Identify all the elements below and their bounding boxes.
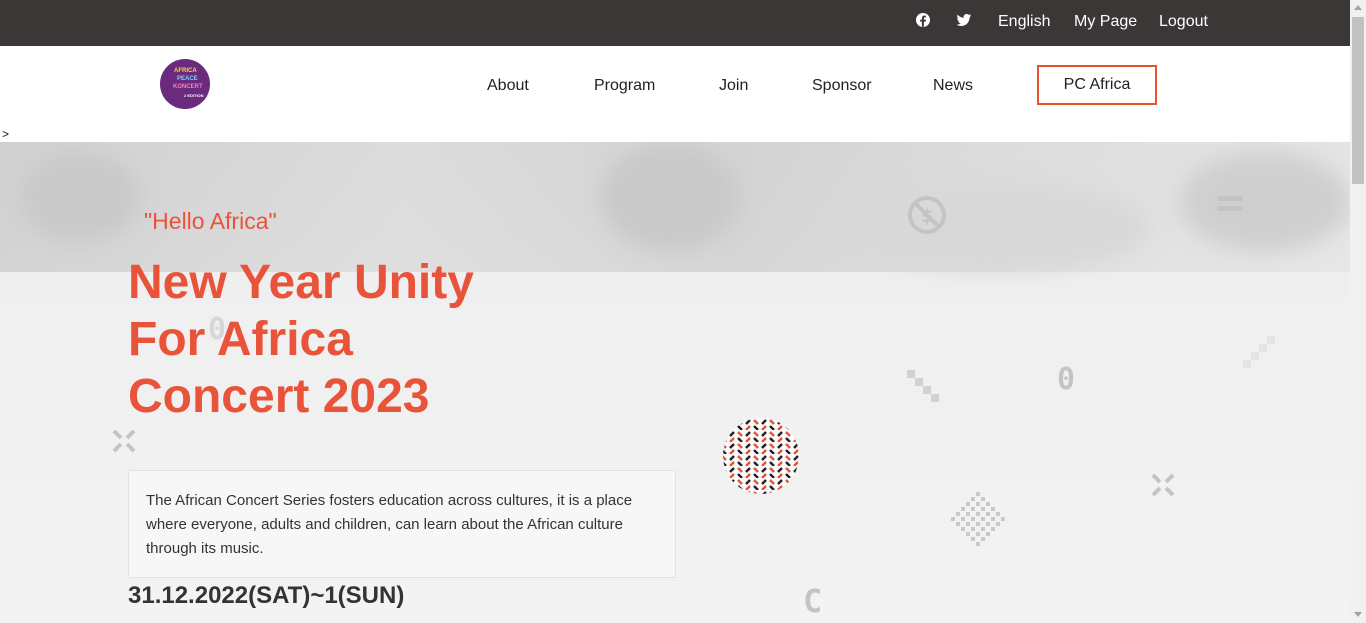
stray-character: > bbox=[2, 127, 10, 141]
checker-decoration bbox=[907, 370, 939, 402]
equals-icon bbox=[1217, 196, 1243, 211]
hero-description: The African Concert Series fosters educa… bbox=[146, 492, 633, 557]
c-glyph-decoration: C bbox=[803, 582, 823, 620]
hero-background-shape bbox=[850, 182, 1150, 272]
hero-title-line: New Year Unity bbox=[128, 256, 474, 309]
diamond-dots-decoration bbox=[951, 492, 1005, 546]
vertical-scrollbar[interactable] bbox=[1350, 0, 1366, 623]
checker-decoration bbox=[1243, 336, 1275, 368]
logo-text: 2 EDITION bbox=[184, 93, 204, 98]
event-date: 31.12.2022(SAT)~1(SUN) bbox=[128, 582, 405, 609]
close-icon bbox=[1151, 473, 1175, 497]
hero-title-line: Concert 2023 bbox=[128, 370, 430, 423]
scroll-down-arrow-icon[interactable] bbox=[1354, 612, 1362, 617]
scrollbar-thumb[interactable] bbox=[1352, 17, 1364, 184]
main-header: AFRICA PEACE KONCERT 2 EDITION About Pro… bbox=[0, 46, 1350, 142]
no-dollar-icon: $ bbox=[908, 196, 946, 234]
nav-program[interactable]: Program bbox=[594, 77, 655, 95]
logout-link[interactable]: Logout bbox=[1159, 13, 1208, 31]
my-page-link[interactable]: My Page bbox=[1074, 13, 1137, 31]
nav-sponsor[interactable]: Sponsor bbox=[812, 77, 872, 95]
close-icon bbox=[112, 429, 136, 453]
svg-text:$: $ bbox=[921, 206, 934, 227]
hero-background-shape bbox=[600, 142, 740, 252]
nav-join[interactable]: Join bbox=[719, 77, 748, 95]
twitter-icon[interactable] bbox=[956, 12, 972, 28]
logo-text: AFRICA bbox=[174, 68, 197, 74]
hero-section: $ 0 0 C "Hello Africa" New Year Unity Fo… bbox=[0, 142, 1350, 623]
site-logo[interactable]: AFRICA PEACE KONCERT 2 EDITION bbox=[160, 59, 210, 109]
nav-pc-africa-button[interactable]: PC Africa bbox=[1037, 65, 1157, 105]
top-bar: English My Page Logout bbox=[0, 0, 1366, 46]
hero-title: New Year Unity For Africa Concert 2023 bbox=[128, 254, 474, 425]
description-box: The African Concert Series fosters educa… bbox=[128, 470, 676, 578]
hero-title-line: For Africa bbox=[128, 313, 353, 366]
logo-text: KONCERT bbox=[173, 84, 203, 90]
scroll-up-arrow-icon[interactable] bbox=[1354, 5, 1362, 10]
hero-background-shape bbox=[1180, 152, 1350, 252]
nav-about[interactable]: About bbox=[487, 77, 529, 95]
logo-text: PEACE bbox=[177, 76, 198, 82]
pattern-circle-decoration bbox=[723, 418, 799, 494]
nav-news[interactable]: News bbox=[933, 77, 973, 95]
facebook-icon[interactable] bbox=[915, 12, 931, 28]
hero-tagline: "Hello Africa" bbox=[144, 208, 277, 234]
zero-glyph-decoration: 0 bbox=[1057, 362, 1076, 397]
language-link[interactable]: English bbox=[998, 13, 1050, 31]
hero-background-shape bbox=[20, 152, 140, 242]
